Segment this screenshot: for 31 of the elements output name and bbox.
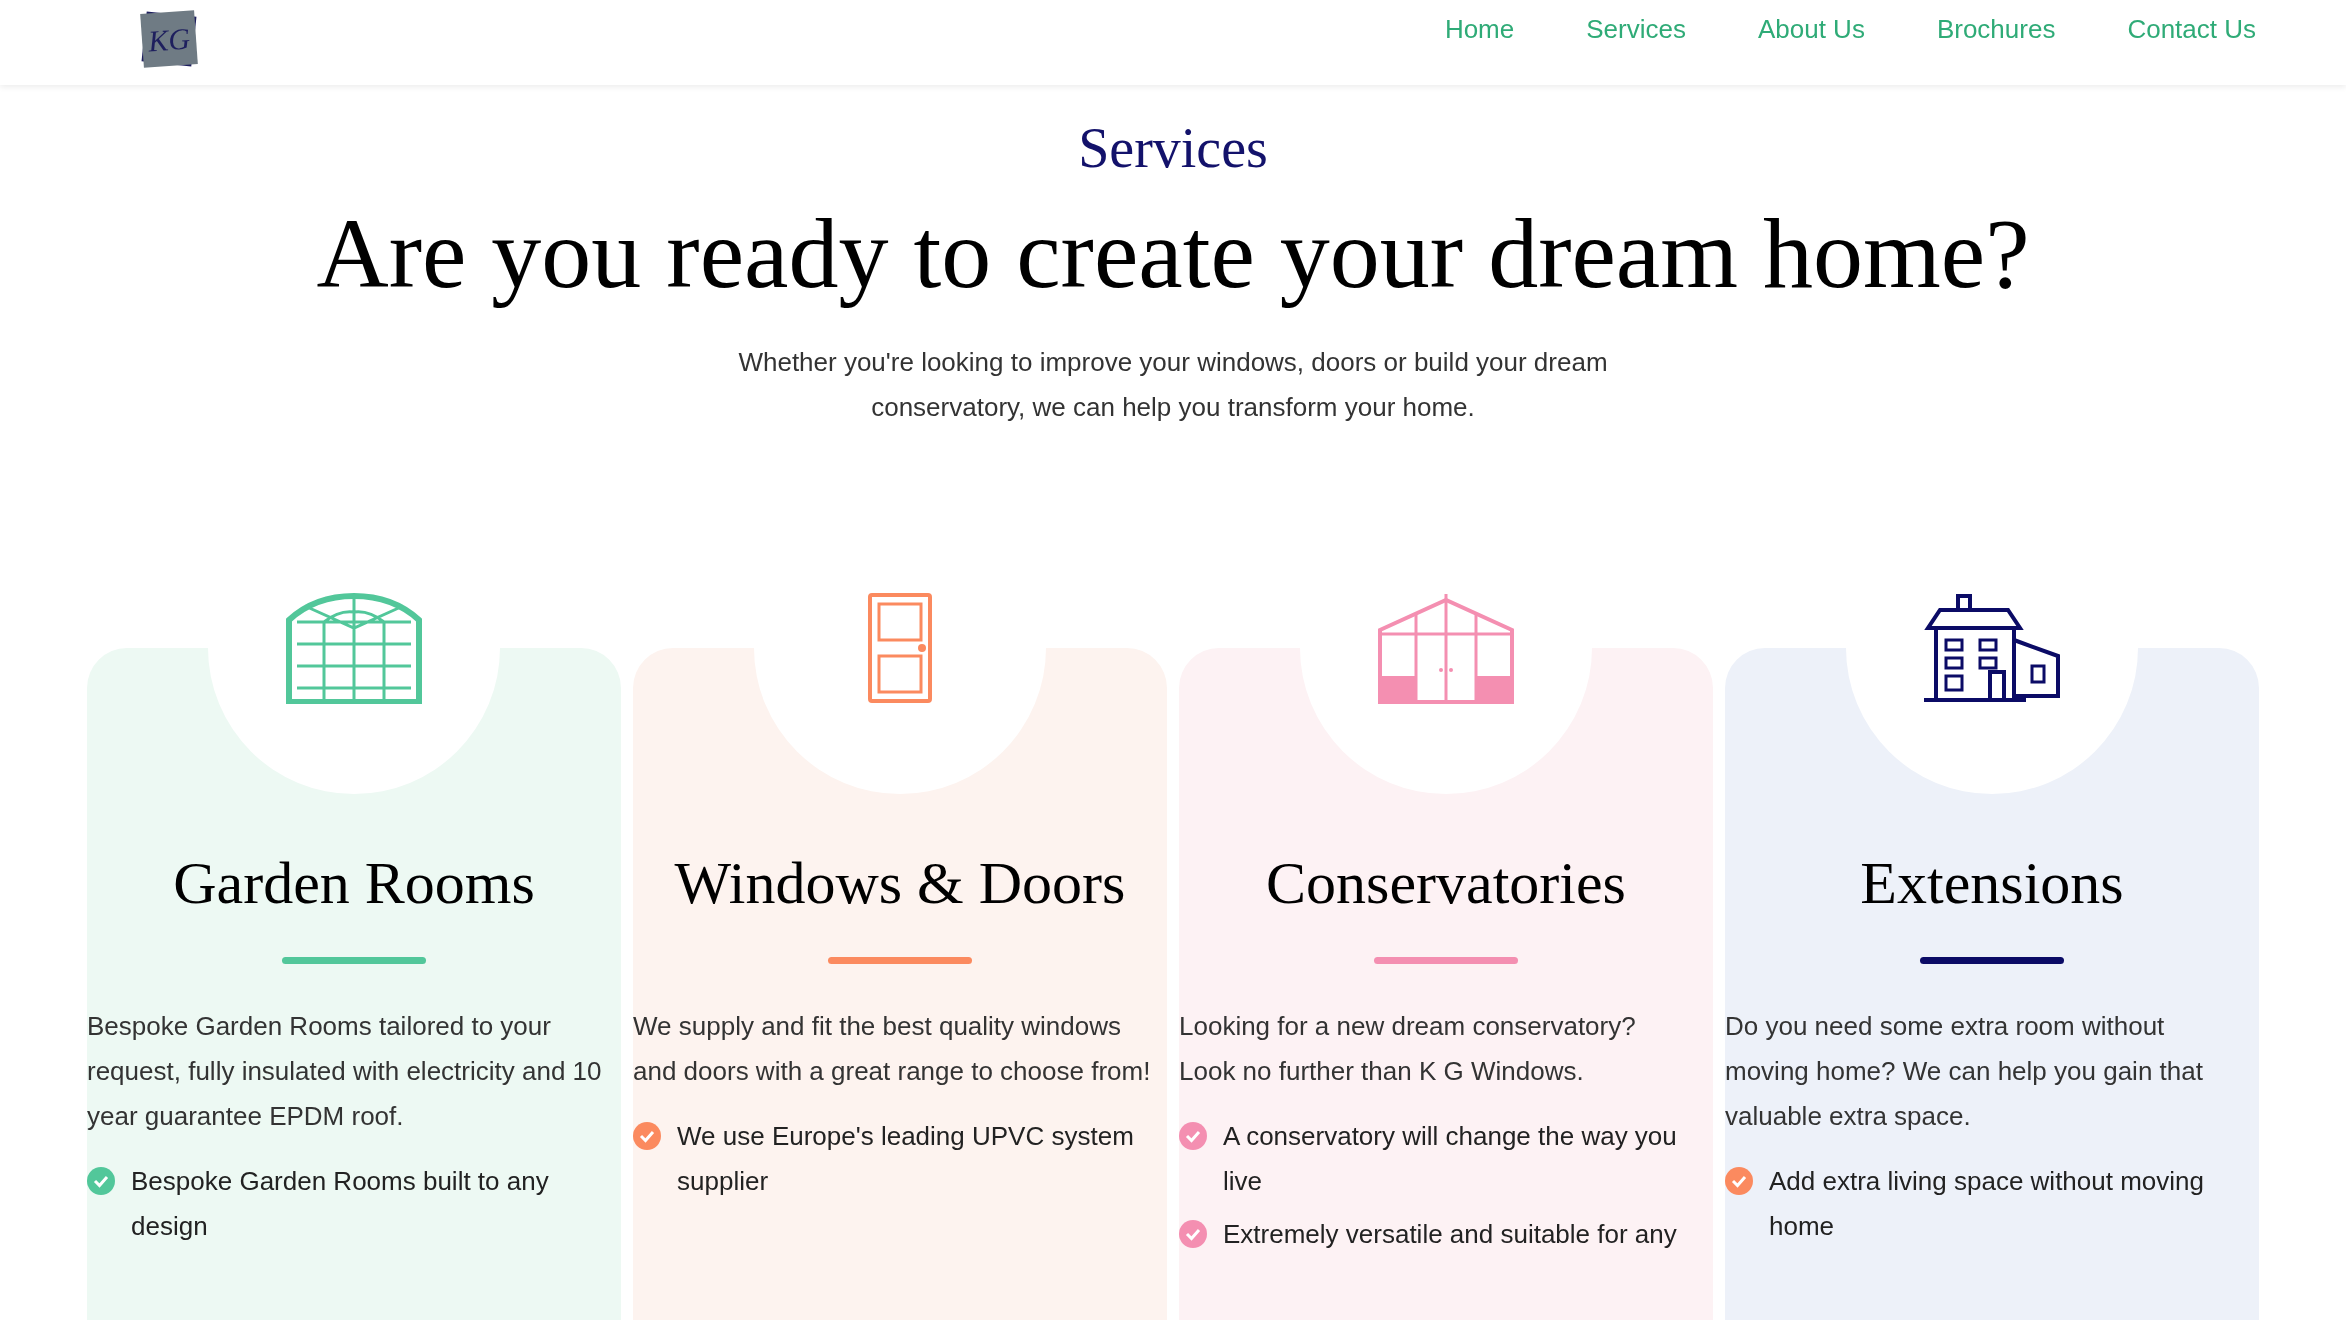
check-icon [1179, 1220, 1207, 1248]
card-title: Windows & Doors [674, 849, 1126, 918]
check-icon [633, 1122, 661, 1150]
card-text: Bespoke Garden Rooms tailored to your request, fully insulated with electricity and 10 year guarantee EPDM roof. [87, 1010, 603, 1133]
card-title: Conservatories [1266, 849, 1626, 918]
arched-window-icon [285, 592, 423, 704]
check-icon [1725, 1167, 1753, 1195]
nav-link[interactable]: Contact Us [2127, 10, 2256, 49]
bullet-text: Bespoke Garden Rooms built to any design [131, 1165, 550, 1243]
nav-link[interactable]: Services [1586, 10, 1686, 49]
check-icon [1179, 1122, 1207, 1150]
card-title: Extensions [1860, 849, 2124, 918]
bullet-text: Extremely versatile and suitable for any [1223, 1218, 1677, 1251]
door-icon [867, 592, 933, 704]
card-text: Do you need some extra room without moving home? We can help you gain that valuable extra space. [1725, 1010, 2204, 1133]
card-text: Looking for a new dream conservatory? Look no further than K G Windows. [1179, 1010, 1637, 1088]
bullet-text: We use Europe's leading UPVC system supplier [677, 1120, 1135, 1198]
hero-text: Whether you're looking to improve your windows, doors or build your dream conservatory, we can help you transform your home. [737, 346, 1609, 424]
bullet-text: Add extra living space without moving home [1769, 1165, 2205, 1243]
logo[interactable]: KG [140, 10, 198, 68]
nav-link[interactable]: About Us [1757, 10, 1865, 49]
hero-title: Are you ready to create your dream home? [316, 197, 2030, 311]
card-text: We supply and fit the best quality windows and doors with a great range to choose from! [633, 1010, 1152, 1088]
conservatory-icon [1376, 592, 1516, 704]
check-icon [87, 1167, 115, 1195]
house-icon [1922, 592, 2062, 704]
card-title: Garden Rooms [173, 849, 535, 918]
section-eyebrow: Services [1078, 116, 1268, 181]
bullet-text: A conservatory will change the way you live [1223, 1120, 1678, 1198]
nav-link[interactable]: Brochures [1936, 10, 2056, 49]
nav-link[interactable]: Home [1444, 10, 1515, 49]
